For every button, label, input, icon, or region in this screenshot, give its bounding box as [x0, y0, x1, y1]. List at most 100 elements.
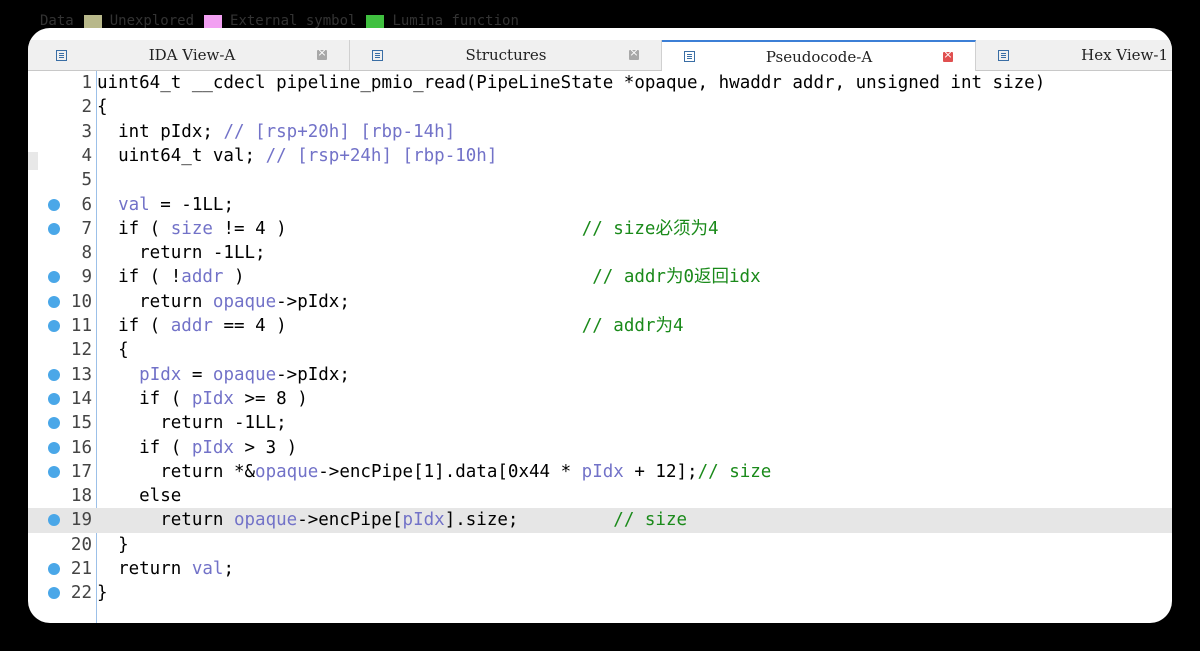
breakpoint-dot-icon[interactable]: [48, 222, 60, 235]
code-token: if (: [97, 316, 171, 336]
code-line[interactable]: 4 uint64_t val; // [rsp+24h] [rbp-10h]: [28, 144, 1172, 168]
breakpoint-dot-icon[interactable]: [48, 465, 60, 478]
code-variable: addr: [181, 267, 224, 288]
code-line[interactable]: 18 else: [28, 484, 1172, 508]
breakpoint-dot-icon[interactable]: [48, 198, 60, 211]
breakpoint-dot-icon[interactable]: [48, 417, 60, 430]
code-token: = -1LL;: [149, 194, 234, 215]
code-line[interactable]: 17 return *&opaque->encPipe[1].data[0x44…: [28, 460, 1172, 484]
code-text: uint64_t __cdecl pipeline_pmio_read(Pipe…: [97, 71, 1045, 95]
tab-pseudocode-a[interactable]: Pseudocode-A: [662, 40, 976, 71]
code-variable: opaque: [212, 291, 277, 312]
code-comment: // size必须为4: [581, 218, 719, 239]
code-variable: size: [170, 218, 213, 239]
code-token: ): [223, 267, 593, 288]
breakpoint-dot-icon[interactable]: [48, 368, 60, 381]
breakpoint-dot-icon[interactable]: [48, 514, 60, 527]
code-token: + 12];: [623, 461, 698, 482]
breakpoint-dot-icon[interactable]: [48, 441, 60, 454]
close-icon[interactable]: [629, 46, 639, 60]
legend-label: Unexplored: [109, 13, 195, 29]
legend-swatch: [83, 14, 102, 28]
breakpoint-dot-icon[interactable]: [48, 320, 60, 332]
code-token: if (: [97, 437, 192, 458]
legend-label: Lumina function: [392, 13, 519, 29]
code-line[interactable]: 12 {: [28, 338, 1172, 362]
code-line[interactable]: 7 if ( size != 4 ) // size必须为4: [28, 217, 1172, 241]
line-number: 5: [81, 170, 92, 191]
code-text: return *&opaque->encPipe[1].data[0x44 * …: [97, 460, 771, 484]
pseudocode-icon: [684, 51, 695, 62]
breakpoint-dot-icon[interactable]: [48, 587, 60, 600]
code-text: return val;: [97, 557, 234, 581]
line-number: 11: [70, 316, 92, 336]
tab-label: IDA View-A: [148, 46, 236, 64]
code-variable: pIdx: [581, 461, 624, 482]
code-line[interactable]: 13 pIdx = opaque->pIdx;: [28, 363, 1172, 387]
code-token: ].size;: [444, 510, 614, 531]
code-line[interactable]: 10 return opaque->pIdx;: [28, 290, 1172, 314]
legend-label: Data: [40, 13, 74, 29]
code-comment: // addr为0返回idx: [592, 267, 761, 288]
code-line[interactable]: 5: [28, 168, 1172, 192]
code-line[interactable]: 9 if ( !addr ) // addr为0返回idx: [28, 265, 1172, 289]
tab-ida-view-a[interactable]: IDA View-A: [34, 40, 350, 70]
code-token: ->pIdx;: [276, 364, 350, 385]
tab-hex-view-1[interactable]: Hex View-1: [976, 40, 1172, 70]
code-line[interactable]: 3 int pIdx; // [rsp+20h] [rbp-14h]: [28, 120, 1172, 144]
code-line[interactable]: 8 return -1LL;: [28, 241, 1172, 265]
code-line[interactable]: 20 }: [28, 533, 1172, 557]
ida-window: ‹ IDA View-A Structures Pseudocode-A Hex…: [28, 28, 1172, 623]
code-token: uint64_t val;: [97, 145, 266, 166]
close-icon[interactable]: [943, 48, 953, 62]
code-text: pIdx = opaque->pIdx;: [97, 363, 350, 387]
code-variable: // [rsp+24h] [rbp-10h]: [265, 145, 498, 166]
code-line[interactable]: 16 if ( pIdx > 3 ): [28, 436, 1172, 460]
legend-item: Lumina function: [366, 13, 519, 29]
code-line[interactable]: 14 if ( pIdx >= 8 ): [28, 387, 1172, 411]
code-token: if (: [97, 388, 192, 409]
code-line[interactable]: 21 return val;: [28, 557, 1172, 581]
code-text: return opaque->pIdx;: [97, 290, 350, 314]
breakpoint-dot-icon[interactable]: [48, 271, 60, 284]
code-line[interactable]: 1 uint64_t __cdecl pipeline_pmio_read(Pip…: [28, 71, 1172, 95]
code-token: ->encPipe[1].data[0x44 *: [318, 461, 582, 482]
code-variable: addr: [170, 316, 213, 336]
code-line[interactable]: 15 return -1LL;: [28, 411, 1172, 435]
breakpoint-dot-icon[interactable]: [48, 392, 60, 405]
tab-structures[interactable]: Structures: [350, 40, 662, 70]
legend-label: External symbol: [230, 13, 357, 29]
code-text: {: [97, 95, 108, 119]
close-icon[interactable]: [317, 46, 327, 60]
breakpoint-dot-icon[interactable]: [48, 563, 60, 575]
code-line[interactable]: 11 if ( addr == 4 ) // addr为4: [28, 314, 1172, 338]
code-line[interactable]: 2{: [28, 95, 1172, 119]
code-line[interactable]: 6 val = -1LL;: [28, 193, 1172, 217]
breakpoint-dot-icon[interactable]: [48, 295, 60, 308]
code-variable: pIdx: [402, 510, 445, 531]
code-token: =: [181, 364, 213, 385]
code-variable: opaque: [233, 510, 298, 531]
code-text: }: [97, 533, 129, 557]
code-comment: // size: [697, 461, 772, 482]
code-token: return *&: [97, 461, 256, 482]
code-line[interactable]: 19 return opaque->encPipe[pIdx].size; //…: [28, 508, 1172, 533]
pseudocode-editor[interactable]: 1 uint64_t __cdecl pipeline_pmio_read(Pip…: [28, 71, 1172, 623]
code-token: >= 8 ): [233, 388, 308, 409]
legend-bar: Data Unexplored External symbol Lumina func…: [0, 0, 1200, 30]
code-token: int pIdx;: [97, 121, 224, 142]
code-line[interactable]: 22}: [28, 581, 1172, 605]
code-text: {: [97, 338, 129, 362]
code-token: else: [97, 486, 182, 507]
code-token: return -1LL;: [97, 413, 287, 434]
structures-icon: [372, 49, 383, 61]
line-number: 18: [70, 486, 92, 507]
legend-item: External symbol: [204, 13, 356, 29]
code-token: if ( !: [97, 267, 182, 288]
code-token: return: [97, 510, 234, 531]
code-token: }: [97, 534, 129, 555]
code-token: {: [97, 340, 129, 361]
code-token: {: [97, 97, 108, 118]
